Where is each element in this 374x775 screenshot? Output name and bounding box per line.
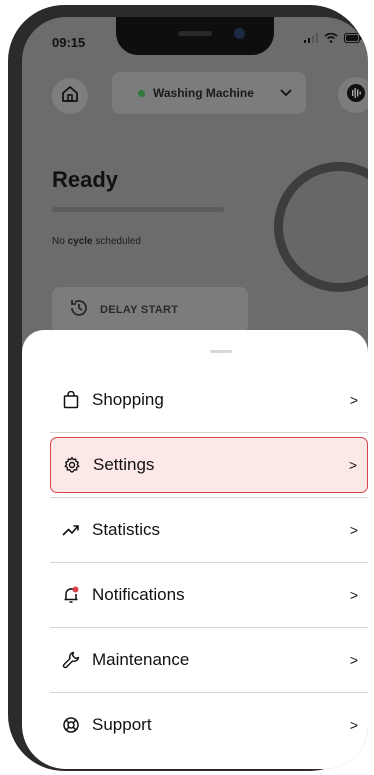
menu-item-statistics[interactable]: Statistics > bbox=[50, 502, 368, 558]
chevron-down-icon bbox=[280, 84, 292, 102]
gear-icon bbox=[63, 456, 81, 474]
shopping-bag-icon bbox=[62, 391, 80, 409]
delay-start-button[interactable]: DELAY START bbox=[52, 287, 248, 333]
home-icon bbox=[61, 85, 79, 108]
divider bbox=[50, 627, 368, 628]
machine-status-title: Ready bbox=[52, 167, 119, 192]
front-camera bbox=[234, 28, 245, 39]
menu-item-label: Support bbox=[92, 715, 152, 734]
chevron-right-icon: > bbox=[349, 392, 358, 408]
wrench-icon bbox=[62, 651, 80, 669]
phone-frame: 09:15 Washing Machine Ready No cycle sch… bbox=[8, 5, 368, 771]
menu-item-maintenance[interactable]: Maintenance > bbox=[50, 632, 368, 688]
sheet-handle[interactable] bbox=[210, 350, 232, 353]
menu-item-label: Settings bbox=[93, 455, 155, 474]
schedule-bold: cycle bbox=[67, 236, 93, 247]
bell-icon bbox=[62, 586, 80, 604]
voice-assistant-button[interactable] bbox=[338, 77, 368, 113]
chevron-right-icon: > bbox=[349, 717, 358, 733]
phone-screen: 09:15 Washing Machine Ready No cycle sch… bbox=[22, 17, 368, 769]
menu-item-label: Statistics bbox=[92, 520, 161, 539]
device-selector[interactable]: Washing Machine bbox=[112, 72, 306, 114]
status-time: 09:15 bbox=[52, 35, 86, 50]
delay-start-label: DELAY START bbox=[100, 304, 179, 316]
bottom-sheet: Shopping > Settings > Statistics > Notif… bbox=[22, 330, 368, 769]
signal-icon bbox=[304, 33, 318, 46]
schedule-suffix: scheduled bbox=[95, 236, 141, 247]
menu-list: Shopping > Settings > Statistics > Notif… bbox=[50, 372, 368, 753]
notch bbox=[116, 17, 274, 55]
battery-icon bbox=[344, 33, 362, 46]
menu-item-label: Shopping bbox=[92, 390, 164, 409]
menu-item-label: Maintenance bbox=[92, 650, 190, 669]
menu-item-notifications[interactable]: Notifications > bbox=[50, 567, 368, 623]
wifi-icon bbox=[324, 32, 338, 46]
schedule-prefix: No bbox=[52, 236, 65, 247]
trend-up-icon bbox=[62, 521, 80, 539]
menu-item-settings[interactable]: Settings > bbox=[50, 437, 368, 493]
chevron-right-icon: > bbox=[349, 522, 358, 538]
status-icons bbox=[304, 32, 362, 46]
lifebuoy-icon bbox=[62, 716, 80, 734]
menu-item-label: Notifications bbox=[92, 585, 185, 604]
divider bbox=[50, 432, 368, 433]
cycle-progress-bar bbox=[52, 207, 224, 212]
cycle-dial[interactable] bbox=[274, 162, 368, 292]
home-button[interactable] bbox=[52, 78, 88, 114]
menu-item-support[interactable]: Support > bbox=[50, 697, 368, 753]
device-status-dot bbox=[138, 89, 145, 97]
divider bbox=[50, 692, 368, 693]
chevron-right-icon: > bbox=[349, 652, 358, 668]
chevron-right-icon: > bbox=[348, 457, 357, 473]
divider bbox=[50, 562, 368, 563]
device-name: Washing Machine bbox=[153, 86, 254, 100]
voice-assistant-icon bbox=[346, 83, 366, 108]
clock-icon bbox=[68, 297, 90, 324]
chevron-right-icon: > bbox=[349, 587, 358, 603]
menu-item-shopping[interactable]: Shopping > bbox=[50, 372, 368, 428]
schedule-text: No cycle scheduled bbox=[52, 236, 141, 247]
divider bbox=[50, 497, 368, 498]
speaker bbox=[178, 31, 212, 36]
